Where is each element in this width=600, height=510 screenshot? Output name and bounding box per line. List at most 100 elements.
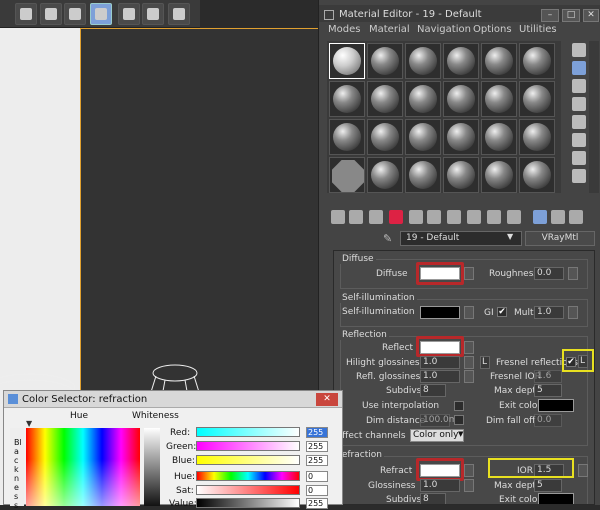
put-to-library-icon[interactable] [427, 210, 441, 224]
material-slot[interactable] [405, 119, 441, 155]
options-icon[interactable] [572, 151, 586, 165]
go-to-parent-icon[interactable] [507, 210, 521, 224]
ior-map-button[interactable] [578, 464, 588, 477]
make-preview-icon[interactable] [572, 133, 586, 147]
material-slot[interactable] [405, 157, 441, 193]
reflect-exit-color-swatch[interactable] [538, 399, 574, 412]
eyedropper-icon[interactable]: ✎ [383, 232, 395, 245]
red-slider[interactable] [196, 427, 300, 437]
material-id-icon[interactable] [447, 210, 461, 224]
material-slot[interactable] [519, 157, 555, 193]
render-teapot-icon[interactable] [168, 3, 190, 25]
chevron-down-icon[interactable]: ▼ [458, 430, 463, 438]
slots-scrollbar[interactable] [589, 41, 599, 193]
go-forward-sibling-icon[interactable] [533, 210, 547, 224]
render-production-icon[interactable] [142, 3, 164, 25]
show-shaded-icon[interactable] [467, 210, 481, 224]
hue-spectrum[interactable] [26, 428, 140, 506]
self-illumination-map-button[interactable] [464, 306, 474, 319]
material-slot[interactable] [329, 43, 365, 79]
material-slot[interactable] [481, 43, 517, 79]
fresnel-ior-field[interactable]: 1.6 [534, 370, 562, 383]
close-button[interactable]: ✕ [316, 393, 338, 406]
mult-field[interactable]: 1.0 [534, 306, 564, 319]
material-slot[interactable] [367, 119, 403, 155]
refract-subdivs-field[interactable]: 8 [420, 493, 446, 504]
material-slot[interactable] [405, 81, 441, 117]
sat-field[interactable]: 0 [306, 485, 328, 496]
refract-exit-color-swatch[interactable] [538, 493, 574, 504]
blue-slider[interactable] [196, 455, 300, 465]
gi-checkbox[interactable]: ✔ [497, 307, 507, 317]
menu-material[interactable]: Material [369, 24, 410, 35]
hilight-glossiness-field[interactable]: 1.0 [420, 356, 460, 369]
material-slot[interactable] [443, 43, 479, 79]
material-slot[interactable] [443, 119, 479, 155]
background-checker-icon[interactable] [572, 79, 586, 93]
refract-max-depth-field[interactable]: 5 [534, 479, 562, 492]
roughness-field[interactable]: 0.0 [534, 267, 564, 280]
refract-map-button[interactable] [464, 464, 474, 477]
dim-falloff-field[interactable]: 0.0 [534, 414, 562, 427]
color-selector-titlebar[interactable]: Color Selector: refraction [4, 391, 342, 408]
affect-channels-dropdown[interactable]: Color only [410, 429, 464, 442]
material-type-button[interactable]: VRayMtl [525, 231, 595, 246]
material-slot[interactable] [405, 43, 441, 79]
use-interpolation-checkbox[interactable] [454, 401, 464, 411]
material-name-field[interactable]: 19 - Default [400, 231, 522, 246]
get-material-icon[interactable] [331, 210, 345, 224]
material-slot[interactable] [367, 43, 403, 79]
refract-glossiness-map-button[interactable] [464, 479, 474, 492]
hilight-map-button[interactable] [464, 356, 474, 369]
chevron-down-icon[interactable]: ▼ [507, 232, 513, 241]
material-slot[interactable] [481, 81, 517, 117]
show-end-result-icon[interactable] [487, 210, 501, 224]
material-slot[interactable] [367, 157, 403, 193]
material-slot[interactable] [443, 157, 479, 193]
hue-slider[interactable] [196, 471, 300, 481]
material-slot-active[interactable] [329, 157, 365, 193]
material-slot[interactable] [329, 119, 365, 155]
green-slider[interactable] [196, 441, 300, 451]
refl-glossiness-map-button[interactable] [464, 370, 474, 383]
select-by-material-icon[interactable] [572, 169, 586, 183]
hilight-lock-button[interactable]: L [480, 356, 490, 369]
dim-distance-field[interactable]: 100.0m [420, 414, 458, 427]
video-color-check-icon[interactable] [572, 115, 586, 129]
blue-field[interactable]: 255 [306, 455, 328, 466]
material-slot[interactable] [329, 81, 365, 117]
material-slot[interactable] [481, 157, 517, 193]
menu-navigation[interactable]: Navigation [417, 24, 471, 35]
make-unique-icon[interactable] [409, 210, 423, 224]
maximize-button[interactable]: □ [562, 9, 580, 22]
menu-modes[interactable]: Modes [328, 24, 360, 35]
red-field[interactable]: 255 [306, 427, 328, 438]
material-slot[interactable] [367, 81, 403, 117]
value-field[interactable]: 255 [306, 498, 328, 509]
green-field[interactable]: 255 [306, 441, 328, 452]
reflect-subdivs-field[interactable]: 8 [420, 384, 446, 397]
backlight-icon[interactable] [572, 61, 586, 75]
material-editor-icon[interactable] [90, 3, 112, 25]
curve-editor-icon[interactable] [64, 3, 86, 25]
dim-distance-checkbox[interactable] [454, 415, 464, 425]
sample-uv-icon[interactable] [572, 97, 586, 111]
material-slot[interactable] [519, 81, 555, 117]
diffuse-map-button[interactable] [464, 267, 474, 280]
pick-material-icon[interactable] [551, 210, 565, 224]
render-setup-icon[interactable] [15, 3, 37, 25]
value-slider[interactable] [196, 498, 300, 508]
sat-slider[interactable] [196, 485, 300, 495]
material-slot[interactable] [481, 119, 517, 155]
material-slot[interactable] [519, 43, 555, 79]
refract-glossiness-field[interactable]: 1.0 [420, 479, 460, 492]
sample-type-icon[interactable] [572, 43, 586, 57]
put-to-scene-icon[interactable] [349, 210, 363, 224]
whiteness-bar[interactable] [144, 428, 160, 506]
hue-pointer-icon[interactable]: ▼ [26, 419, 32, 428]
close-button[interactable]: ✕ [583, 9, 599, 22]
material-slot[interactable] [519, 119, 555, 155]
refl-glossiness-field[interactable]: 1.0 [420, 370, 460, 383]
reflect-max-depth-field[interactable]: 5 [534, 384, 562, 397]
mult-map-button[interactable] [568, 306, 578, 319]
